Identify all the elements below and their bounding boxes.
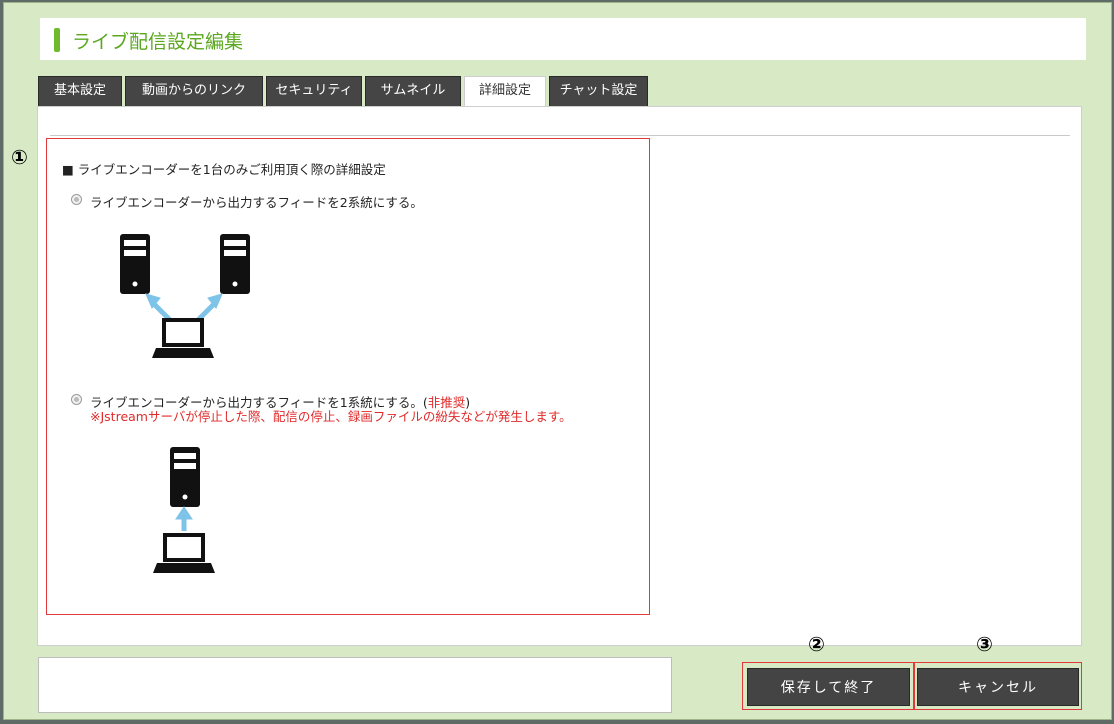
message-area <box>38 657 672 713</box>
laptop-icon <box>153 533 215 573</box>
tab-video-links[interactable]: 動画からのリンク <box>125 76 263 106</box>
one-feed-diagram <box>74 437 294 592</box>
radio-one-feed[interactable] <box>71 394 82 405</box>
tab-security[interactable]: セキュリティ <box>266 76 362 106</box>
divider <box>50 135 1070 136</box>
server-icon <box>170 447 200 507</box>
tab-basic-settings[interactable]: 基本設定 <box>38 76 122 106</box>
title-accent-bar <box>54 28 60 52</box>
cancel-button[interactable]: キャンセル <box>917 668 1079 706</box>
option-two-feeds-label: ライブエンコーダーから出力するフィードを2系統にする。 <box>90 195 423 210</box>
tab-chat-settings[interactable]: チャット設定 <box>549 76 648 106</box>
server-icon <box>120 234 150 294</box>
server-icon <box>220 234 250 294</box>
radio-icon <box>74 397 79 402</box>
dialog-header: ライブ配信設定編集 <box>40 18 1086 60</box>
dialog-title: ライブ配信設定編集 <box>72 31 244 53</box>
callout-marker-1: ① <box>11 145 28 169</box>
section-title: ■ ライブエンコーダーを1台のみご利用頂く際の詳細設定 <box>62 162 386 177</box>
callout-marker-3: ③ <box>976 632 993 656</box>
arrow-icon <box>145 293 223 324</box>
tab-advanced-settings[interactable]: 詳細設定 <box>464 76 546 107</box>
arrow-icon <box>175 506 193 531</box>
laptop-icon <box>152 318 214 358</box>
radio-icon <box>74 197 79 202</box>
save-and-exit-button[interactable]: 保存して終了 <box>747 668 910 706</box>
warning-text: ※Jstreamサーバが停止した際、配信の停止、録画ファイルの紛失などが発生しま… <box>90 409 572 424</box>
two-feeds-diagram <box>74 222 294 377</box>
radio-two-feeds[interactable] <box>71 194 82 205</box>
callout-marker-2: ② <box>808 632 825 656</box>
tab-thumbnail[interactable]: サムネイル <box>365 76 461 106</box>
